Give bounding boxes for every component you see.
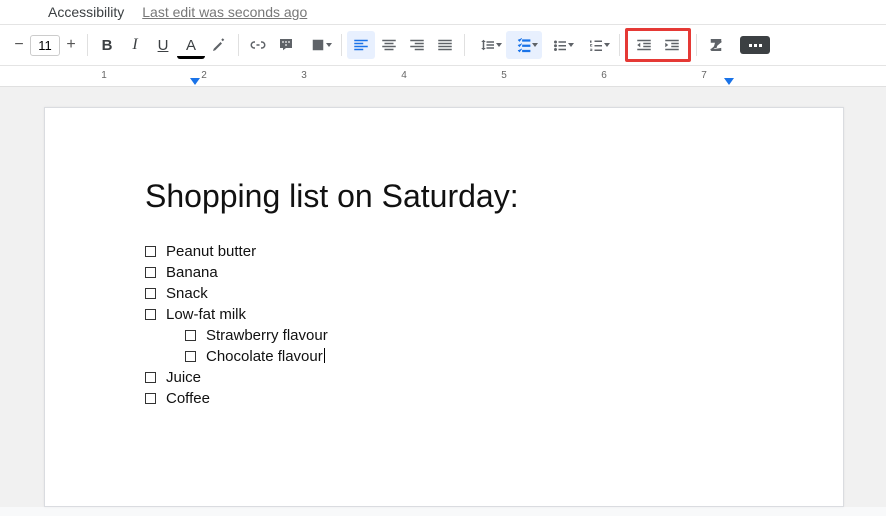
list-item[interactable]: Strawberry flavour xyxy=(185,325,328,346)
font-size-input[interactable]: 11 xyxy=(30,35,60,56)
checklist-icon xyxy=(515,36,533,54)
align-justify-button[interactable] xyxy=(431,31,459,59)
increase-indent-button[interactable] xyxy=(658,31,686,59)
align-right-button[interactable] xyxy=(403,31,431,59)
image-icon xyxy=(309,36,327,54)
last-edit-link[interactable]: Last edit was seconds ago xyxy=(142,4,307,20)
font-size-decrease[interactable]: − xyxy=(8,36,30,54)
ruler-number: 2 xyxy=(201,70,207,81)
menubar: Accessibility Last edit was seconds ago xyxy=(0,0,886,24)
link-icon xyxy=(249,36,267,54)
list-item[interactable]: Low-fat milk xyxy=(145,304,743,325)
align-left-button[interactable] xyxy=(347,31,375,59)
checkbox-icon[interactable] xyxy=(145,288,156,299)
align-center-button[interactable] xyxy=(375,31,403,59)
ruler-number: 4 xyxy=(401,70,407,81)
list-item[interactable]: Snack xyxy=(145,283,743,304)
bulleted-list-icon xyxy=(551,36,569,54)
checkbox-icon[interactable] xyxy=(145,309,156,320)
indent-buttons-highlight xyxy=(625,28,691,62)
increase-indent-icon xyxy=(663,36,681,54)
list-item[interactable]: Coffee xyxy=(145,388,743,409)
decrease-indent-button[interactable] xyxy=(630,31,658,59)
list-item[interactable]: Banana xyxy=(145,262,743,283)
numbered-list-icon xyxy=(587,36,605,54)
checkbox-icon[interactable] xyxy=(145,393,156,404)
workspace: Shopping list on Saturday: Peanut butter… xyxy=(0,87,886,507)
ruler: 1 2 3 4 5 6 7 xyxy=(0,66,886,87)
ruler-number: 6 xyxy=(601,70,607,81)
checkbox-icon[interactable] xyxy=(185,330,196,341)
line-spacing-button[interactable] xyxy=(470,31,506,59)
checkbox-icon[interactable] xyxy=(145,267,156,278)
text-color-button[interactable]: A xyxy=(177,35,205,59)
menu-accessibility[interactable]: Accessibility xyxy=(48,4,124,20)
ruler-number: 1 xyxy=(101,70,107,81)
ruler-number: 5 xyxy=(501,70,507,81)
checklist-nested: Strawberry flavour Chocolate flavour xyxy=(185,325,328,367)
text-cursor xyxy=(324,348,325,363)
right-indent-marker[interactable] xyxy=(724,78,734,85)
italic-button[interactable]: I xyxy=(121,31,149,59)
insert-image-button[interactable] xyxy=(300,31,336,59)
checkbox-icon[interactable] xyxy=(145,246,156,257)
insert-link-button[interactable] xyxy=(244,31,272,59)
checklist: Peanut butter Banana Snack Low-fat milk … xyxy=(145,241,743,409)
line-spacing-icon xyxy=(479,36,497,54)
decrease-indent-icon xyxy=(635,36,653,54)
list-item[interactable]: Peanut butter xyxy=(145,241,743,262)
bulleted-list-button[interactable] xyxy=(542,31,578,59)
checkbox-icon[interactable] xyxy=(185,351,196,362)
comment-icon xyxy=(277,36,295,54)
ruler-number: 7 xyxy=(701,70,707,81)
document-page[interactable]: Shopping list on Saturday: Peanut butter… xyxy=(44,107,844,507)
checklist-button[interactable] xyxy=(506,31,542,59)
underline-button[interactable]: U xyxy=(149,31,177,59)
bold-button[interactable]: B xyxy=(93,31,121,59)
ruler-number: 3 xyxy=(301,70,307,81)
align-center-icon xyxy=(380,36,398,54)
input-tools-button[interactable] xyxy=(740,36,770,54)
highlighter-icon xyxy=(210,36,228,54)
highlight-color-button[interactable] xyxy=(205,31,233,59)
list-item[interactable]: Juice xyxy=(145,367,743,388)
numbered-list-button[interactable] xyxy=(578,31,614,59)
align-right-icon xyxy=(408,36,426,54)
align-justify-icon xyxy=(436,36,454,54)
font-size-increase[interactable]: + xyxy=(60,36,82,54)
page-title: Shopping list on Saturday: xyxy=(145,178,743,215)
list-item[interactable]: Chocolate flavour xyxy=(185,346,328,367)
add-comment-button[interactable] xyxy=(272,31,300,59)
left-indent-marker[interactable] xyxy=(190,78,200,85)
toolbar: − 11 + B I U A xyxy=(0,24,886,66)
clear-formatting-icon xyxy=(707,36,725,54)
checkbox-icon[interactable] xyxy=(145,372,156,383)
align-left-icon xyxy=(352,36,370,54)
clear-formatting-button[interactable] xyxy=(702,31,730,59)
